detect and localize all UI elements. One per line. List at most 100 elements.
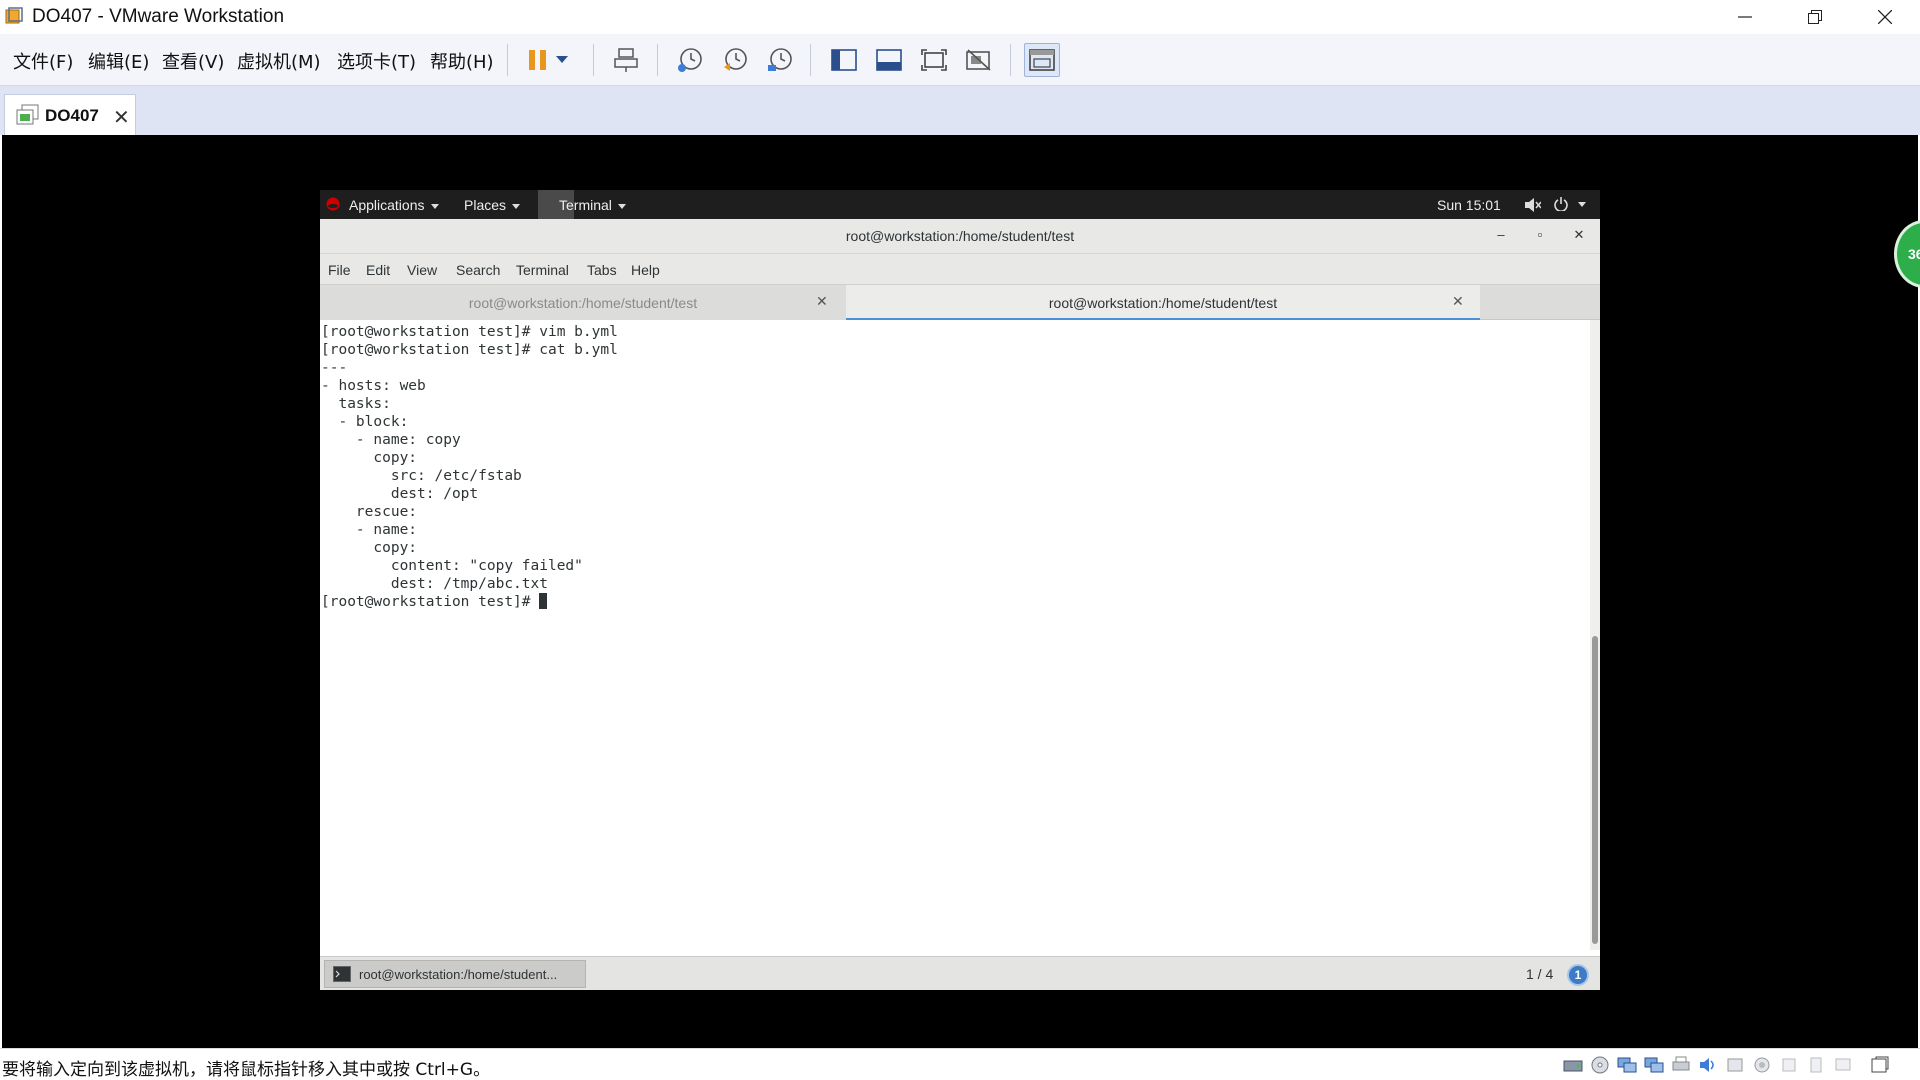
minimize-button[interactable] bbox=[1710, 0, 1780, 34]
tmenu-search[interactable]: Search bbox=[456, 262, 500, 278]
chevron-down-icon bbox=[617, 203, 626, 209]
toolbar-separator bbox=[593, 44, 594, 76]
console-view-button[interactable] bbox=[871, 43, 907, 77]
send-ctrl-alt-del-icon bbox=[614, 48, 638, 72]
status-message: 要将输入定向到该虚拟机，请将鼠标指针移入其中或按 Ctrl+G。 bbox=[2, 1060, 491, 1080]
sound-card-icon[interactable] bbox=[1698, 1055, 1718, 1075]
network-adapter-2-icon[interactable] bbox=[1644, 1055, 1664, 1075]
window-title: DO407 - VMware Workstation bbox=[32, 6, 285, 27]
menu-help[interactable]: 帮助(H) bbox=[430, 48, 494, 74]
terminal-line: - block: bbox=[321, 414, 409, 430]
usb-device-icon[interactable] bbox=[1725, 1055, 1745, 1075]
close-button[interactable] bbox=[1850, 0, 1920, 34]
message-log-icon[interactable] bbox=[1870, 1055, 1890, 1075]
vm-icon bbox=[16, 104, 39, 125]
places-label: Places bbox=[464, 197, 507, 213]
tmenu-file[interactable]: File bbox=[328, 262, 351, 278]
snapshot-revert-icon bbox=[724, 48, 747, 71]
clock[interactable]: Sun 15:01 bbox=[1437, 197, 1501, 213]
display-device-icon[interactable] bbox=[1833, 1055, 1853, 1075]
terminal-line: - hosts: web bbox=[321, 378, 426, 394]
snapshot-manager-button[interactable] bbox=[762, 43, 798, 77]
pause-button[interactable] bbox=[520, 43, 556, 77]
power-dropdown-button[interactable] bbox=[552, 43, 572, 77]
terminal-line: copy: bbox=[321, 450, 418, 466]
places-menu[interactable]: Places bbox=[464, 197, 521, 213]
terminal-minimize-icon[interactable]: – bbox=[1493, 227, 1509, 242]
menu-tabs[interactable]: 选项卡(T) bbox=[337, 48, 416, 74]
terminal-tab-bar: root@workstation:/home/student/test ✕ ro… bbox=[320, 284, 1600, 321]
terminal-close-icon[interactable]: ✕ bbox=[1571, 227, 1587, 243]
redhat-logo-icon bbox=[326, 197, 340, 211]
tmenu-tabs[interactable]: Tabs bbox=[587, 262, 617, 278]
thumbnail-view-icon bbox=[1029, 49, 1055, 71]
take-snapshot-button[interactable] bbox=[672, 43, 708, 77]
toolbar-separator bbox=[810, 44, 811, 76]
guest-desktop[interactable]: Applications Places Terminal Sun 15:01 r… bbox=[320, 190, 1600, 990]
hard-disk-icon[interactable] bbox=[1563, 1055, 1583, 1075]
menu-view[interactable]: 查看(V) bbox=[162, 48, 224, 74]
tmenu-edit[interactable]: Edit bbox=[366, 262, 390, 278]
terminal-line: rescue: bbox=[321, 504, 418, 520]
full-screen-icon bbox=[921, 49, 947, 71]
terminal-line: [root@workstation test]# vim b.yml bbox=[321, 324, 618, 340]
terminal-menubar: File Edit View Search Terminal Tabs Help bbox=[320, 254, 1600, 284]
restore-button[interactable] bbox=[1780, 0, 1850, 34]
menu-toolbar: 文件(F) 编辑(E) 查看(V) 虚拟机(M) 选项卡(T) 帮助(H) bbox=[0, 34, 1920, 86]
tmenu-terminal[interactable]: Terminal bbox=[516, 262, 569, 278]
storage-device-icon[interactable] bbox=[1806, 1055, 1826, 1075]
show-library-button[interactable] bbox=[826, 43, 862, 77]
terminal-scrollbar-thumb[interactable] bbox=[1592, 636, 1598, 944]
status-bar: 要将输入定向到该虚拟机，请将鼠标指针移入其中或按 Ctrl+G。 bbox=[0, 1048, 1920, 1080]
notification-badge[interactable]: 1 bbox=[1567, 964, 1589, 986]
volume-muted-icon[interactable] bbox=[1525, 198, 1541, 212]
terminal-prompt-line: [root@workstation test]# bbox=[321, 593, 1590, 611]
vm-tab-close-icon[interactable]: ✕ bbox=[113, 105, 130, 130]
terminal-tab-1-close-icon[interactable]: ✕ bbox=[816, 293, 828, 310]
vm-tab-do407[interactable]: DO407 ✕ bbox=[4, 94, 136, 135]
terminal-tab-2-close-icon[interactable]: ✕ bbox=[1452, 293, 1464, 310]
terminal-line: copy: bbox=[321, 540, 418, 556]
menu-edit[interactable]: 编辑(E) bbox=[88, 48, 149, 74]
send-ctrl-alt-del-button[interactable] bbox=[608, 43, 644, 77]
tmenu-view[interactable]: View bbox=[407, 262, 437, 278]
network-adapter-icon[interactable] bbox=[1617, 1055, 1637, 1075]
unity-icon bbox=[966, 49, 991, 71]
side-badge-count: 36 bbox=[1908, 246, 1920, 262]
terminal-line: dest: /tmp/abc.txt bbox=[321, 576, 548, 592]
terminal-line: content: "copy failed" bbox=[321, 558, 583, 574]
toolbar-separator bbox=[657, 44, 658, 76]
console-view-icon bbox=[876, 49, 902, 71]
tmenu-help[interactable]: Help bbox=[631, 262, 660, 278]
thumbnail-view-button[interactable] bbox=[1024, 43, 1060, 77]
cd-dvd-icon[interactable] bbox=[1590, 1055, 1610, 1075]
terminal-window-icon bbox=[333, 966, 351, 982]
terminal-maximize-icon[interactable]: ▫ bbox=[1532, 227, 1548, 242]
terminal-scrollbar[interactable] bbox=[1590, 320, 1600, 950]
taskbar-terminal-window[interactable]: root@workstation:/home/student... bbox=[324, 960, 586, 988]
terminal-output[interactable]: [root@workstation test]# vim b.yml [root… bbox=[320, 320, 1590, 950]
menu-file[interactable]: 文件(F) bbox=[13, 48, 73, 74]
toolbar-separator bbox=[1010, 44, 1011, 76]
full-screen-button[interactable] bbox=[916, 43, 952, 77]
applications-menu[interactable]: Applications bbox=[349, 197, 439, 213]
chevron-down-icon bbox=[430, 203, 439, 209]
bluetooth-device-icon[interactable] bbox=[1779, 1055, 1799, 1075]
power-icon[interactable] bbox=[1554, 197, 1568, 211]
workspace-pager[interactable]: 1 / 4 bbox=[1526, 966, 1553, 982]
terminal-app-menu[interactable]: Terminal bbox=[559, 197, 626, 213]
system-menu-chevron-icon[interactable] bbox=[1578, 202, 1586, 207]
chevron-down-icon bbox=[512, 203, 521, 209]
unity-button[interactable] bbox=[961, 43, 997, 77]
terminal-line: - name: bbox=[321, 522, 418, 538]
text-cursor bbox=[539, 593, 548, 609]
title-bar: DO407 - VMware Workstation bbox=[0, 0, 1920, 34]
terminal-tab-1[interactable]: root@workstation:/home/student/test ✕ bbox=[320, 285, 846, 321]
terminal-tab-2[interactable]: root@workstation:/home/student/test ✕ bbox=[846, 285, 1480, 321]
gnome-top-bar: Applications Places Terminal Sun 15:01 bbox=[320, 190, 1600, 219]
dropdown-icon bbox=[556, 56, 568, 63]
revert-snapshot-button[interactable] bbox=[717, 43, 753, 77]
printer-icon[interactable] bbox=[1671, 1055, 1691, 1075]
camera-device-icon[interactable] bbox=[1752, 1055, 1772, 1075]
menu-vm[interactable]: 虚拟机(M) bbox=[237, 48, 321, 74]
